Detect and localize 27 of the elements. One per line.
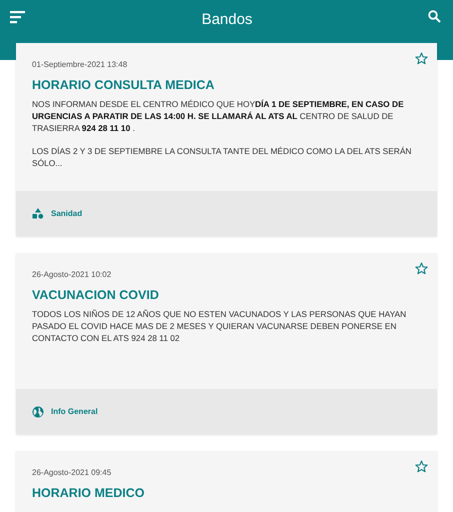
- app-title: Bandos: [202, 11, 252, 28]
- favorite-button[interactable]: [415, 52, 428, 65]
- search-icon: [428, 10, 441, 23]
- shapes-icon: [32, 208, 44, 219]
- post-title: VACUNACION COVID: [32, 288, 160, 302]
- post-text: NOS INFORMAN DESDE EL CENTRO MÉDICO QUE HOYDÍA 1 DE SEPTIEMBRE, EN CASO DE URGENCIAS A PARATIR DE LAS 14:00 H. SE LLAMARÁ AL ATS AL CENTRO DE SALUD DE TRASIERRA 924 28 11 10 .: [32, 98, 405, 134]
- post-title: HORARIO MEDICO: [32, 486, 146, 500]
- post-card[interactable]: 26-Agosto-2021 09:45 HORARIO MEDICO: [16, 451, 437, 512]
- post-text: LOS DÍAS 2 Y 3 DE SEPTIEMBRE LA CONSULTA TANTE DEL MÉDICO COMO LA DEL ATS SERÁN SÓLO...: [32, 145, 412, 169]
- star-icon: [415, 52, 428, 65]
- category-link[interactable]: Info General: [32, 406, 98, 418]
- globe-icon: [32, 406, 44, 418]
- star-icon: [415, 262, 428, 275]
- post-text: TODOS LOS NIÑOS DE 12 AÑOS QUE NO ESTEN VACUNADOS Y LAS PERSONAS QUE HAYAN PASADO EL COVID HACE MAS DE 2 MESES Y QUIERAN VACUNARSE DEBEN PONERSE EN CONTACTO CON EL ATS 924 28 11 02: [32, 308, 408, 344]
- favorite-button[interactable]: [415, 460, 428, 473]
- post-title: HORARIO CONSULTA MEDICA: [32, 78, 216, 92]
- menu-button[interactable]: [8, 8, 28, 26]
- star-icon: [415, 460, 428, 473]
- post-date: 26-Agosto-2021 09:45: [32, 467, 112, 477]
- favorite-button[interactable]: [415, 262, 428, 275]
- post-date: 26-Agosto-2021 10:02: [32, 269, 112, 279]
- category-link[interactable]: Sanidad: [32, 208, 82, 219]
- post-date: 01-Septiembre-2021 13:48: [32, 59, 128, 69]
- menu-icon: [10, 10, 26, 24]
- search-button[interactable]: [426, 8, 443, 25]
- post-card[interactable]: [16, 43, 437, 236]
- post-card[interactable]: [16, 253, 437, 434]
